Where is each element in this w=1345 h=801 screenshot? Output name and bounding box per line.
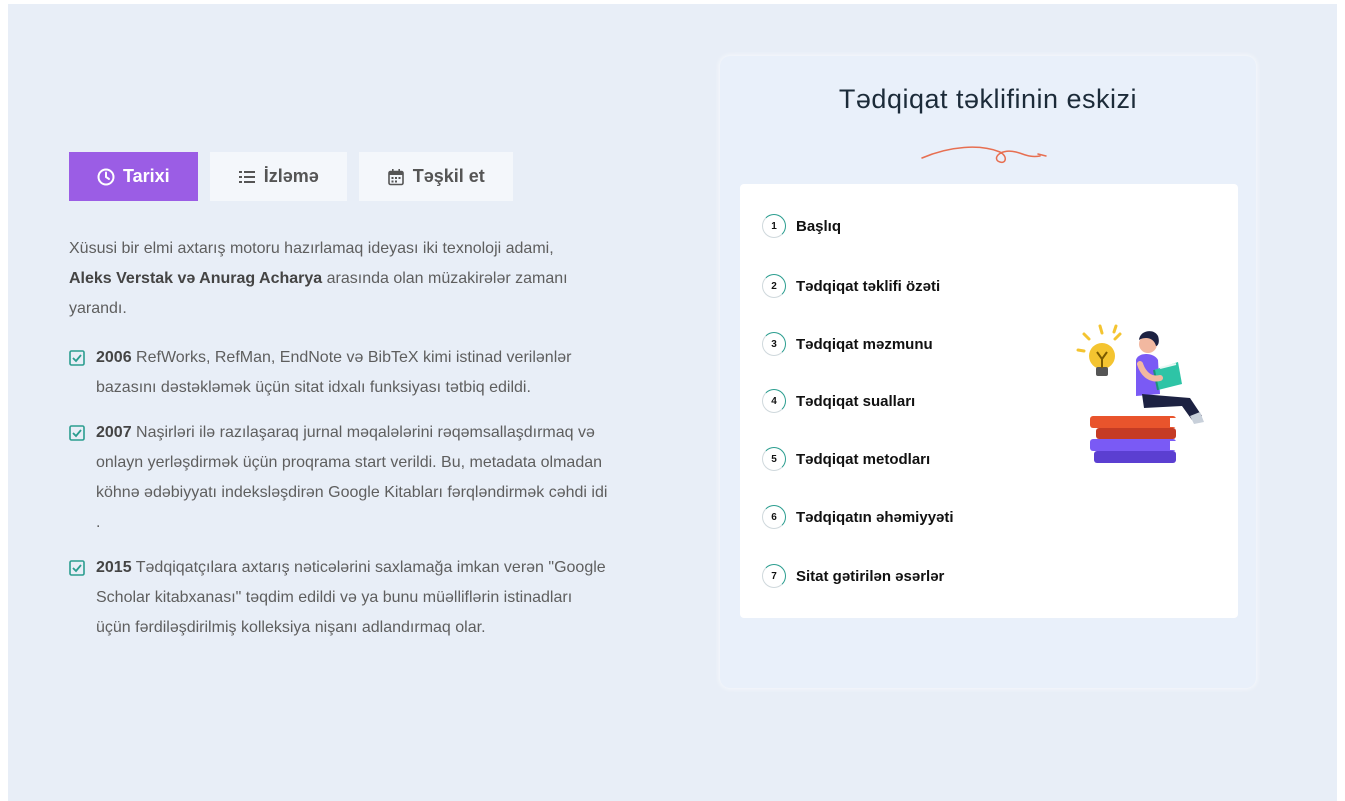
step-label: Tədqiqat məzmunu <box>796 335 933 353</box>
intro-text-start: Xüsusi bir elmi axtarış motoru hazırlama… <box>69 240 554 257</box>
step-number: 5 <box>762 447 786 471</box>
tab-organize[interactable]: Təşkil et <box>358 152 513 201</box>
clock-icon <box>97 168 115 186</box>
step-label: Tədqiqatın əhəmiyyəti <box>796 508 954 526</box>
list-item: 2007 Naşirləri ilə razılaşaraq jurnal mə… <box>69 418 609 538</box>
step-number: 3 <box>762 332 786 356</box>
timeline-text: RefWorks, RefMan, EndNote və BibTeX kimi… <box>96 349 572 396</box>
intro-paragraph: Xüsusi bir elmi axtarış motoru hazırlama… <box>69 234 599 324</box>
timeline-text: Naşirləri ilə razılaşaraq jurnal məqaləl… <box>96 424 608 531</box>
step-number: 4 <box>762 389 786 413</box>
step-number: 6 <box>762 505 786 529</box>
timeline-year: 2015 <box>96 559 132 576</box>
outline-step: 3 Tədqiqat məzmunu <box>762 332 933 356</box>
timeline-list: 2006 RefWorks, RefMan, EndNote və BibTeX… <box>69 343 609 658</box>
calendar-icon <box>387 168 405 186</box>
step-label: Tədqiqat sualları <box>796 392 916 410</box>
step-number: 1 <box>762 214 786 238</box>
checkbox-check-icon <box>69 560 85 576</box>
tab-tracking-label: İzləmə <box>263 166 319 186</box>
step-label: Sitat gətirilən əsərlər <box>796 567 945 585</box>
list-item: 2006 RefWorks, RefMan, EndNote və BibTeX… <box>69 343 609 403</box>
checkbox-check-icon <box>69 425 85 441</box>
timeline-text: Tədqiqatçılara axtarış nəticələrini saxl… <box>96 559 606 636</box>
tab-tracking[interactable]: İzləmə <box>209 152 347 201</box>
timeline-year: 2006 <box>96 349 132 366</box>
outline-step: 1 Başlıq <box>762 214 841 238</box>
outline-step: 5 Tədqiqat metodları <box>762 447 930 471</box>
step-label: Başlıq <box>796 217 842 235</box>
outline-step: 7 Sitat gətirilən əsərlər <box>762 564 944 588</box>
outline-steps-panel: 1 Başlıq 2 Tədqiqat təklifi özəti 3 Tədq… <box>740 184 1238 618</box>
step-number: 2 <box>762 274 786 298</box>
list-icon <box>238 168 256 186</box>
timeline-year: 2007 <box>96 424 132 441</box>
outline-step: 6 Tədqiqatın əhəmiyyəti <box>762 505 954 529</box>
step-number: 7 <box>762 564 786 588</box>
page-background: Tarixi İzləmə Təşkil et Xüsusi bir elmi … <box>8 4 1337 801</box>
outline-title: Tədqiqat təklifinin eskizi <box>838 84 1138 114</box>
outline-step: 4 Tədqiqat sualları <box>762 389 915 413</box>
founders-names: Aleks Verstak və Anurag Acharya <box>69 270 323 287</box>
research-outline-card: Tədqiqat təklifinin eskizi 1 Başlıq 2 Tə… <box>720 56 1256 688</box>
step-label: Tədqiqat metodları <box>796 450 931 468</box>
tab-history-label: Tarixi <box>123 166 170 186</box>
outline-step: 2 Tədqiqat təklifi özəti <box>762 274 940 298</box>
step-label: Tədqiqat təklifi özəti <box>796 277 941 295</box>
decorative-swash-icon <box>921 146 1047 164</box>
tab-history[interactable]: Tarixi <box>69 152 198 201</box>
checkbox-check-icon <box>69 350 85 366</box>
reading-student-illustration <box>1076 324 1204 463</box>
tab-organize-label: Təşkil et <box>412 166 485 186</box>
list-item: 2015 Tədqiqatçılara axtarış nəticələrini… <box>69 553 609 643</box>
history-tabs: Tarixi İzləmə Təşkil et <box>69 152 513 201</box>
